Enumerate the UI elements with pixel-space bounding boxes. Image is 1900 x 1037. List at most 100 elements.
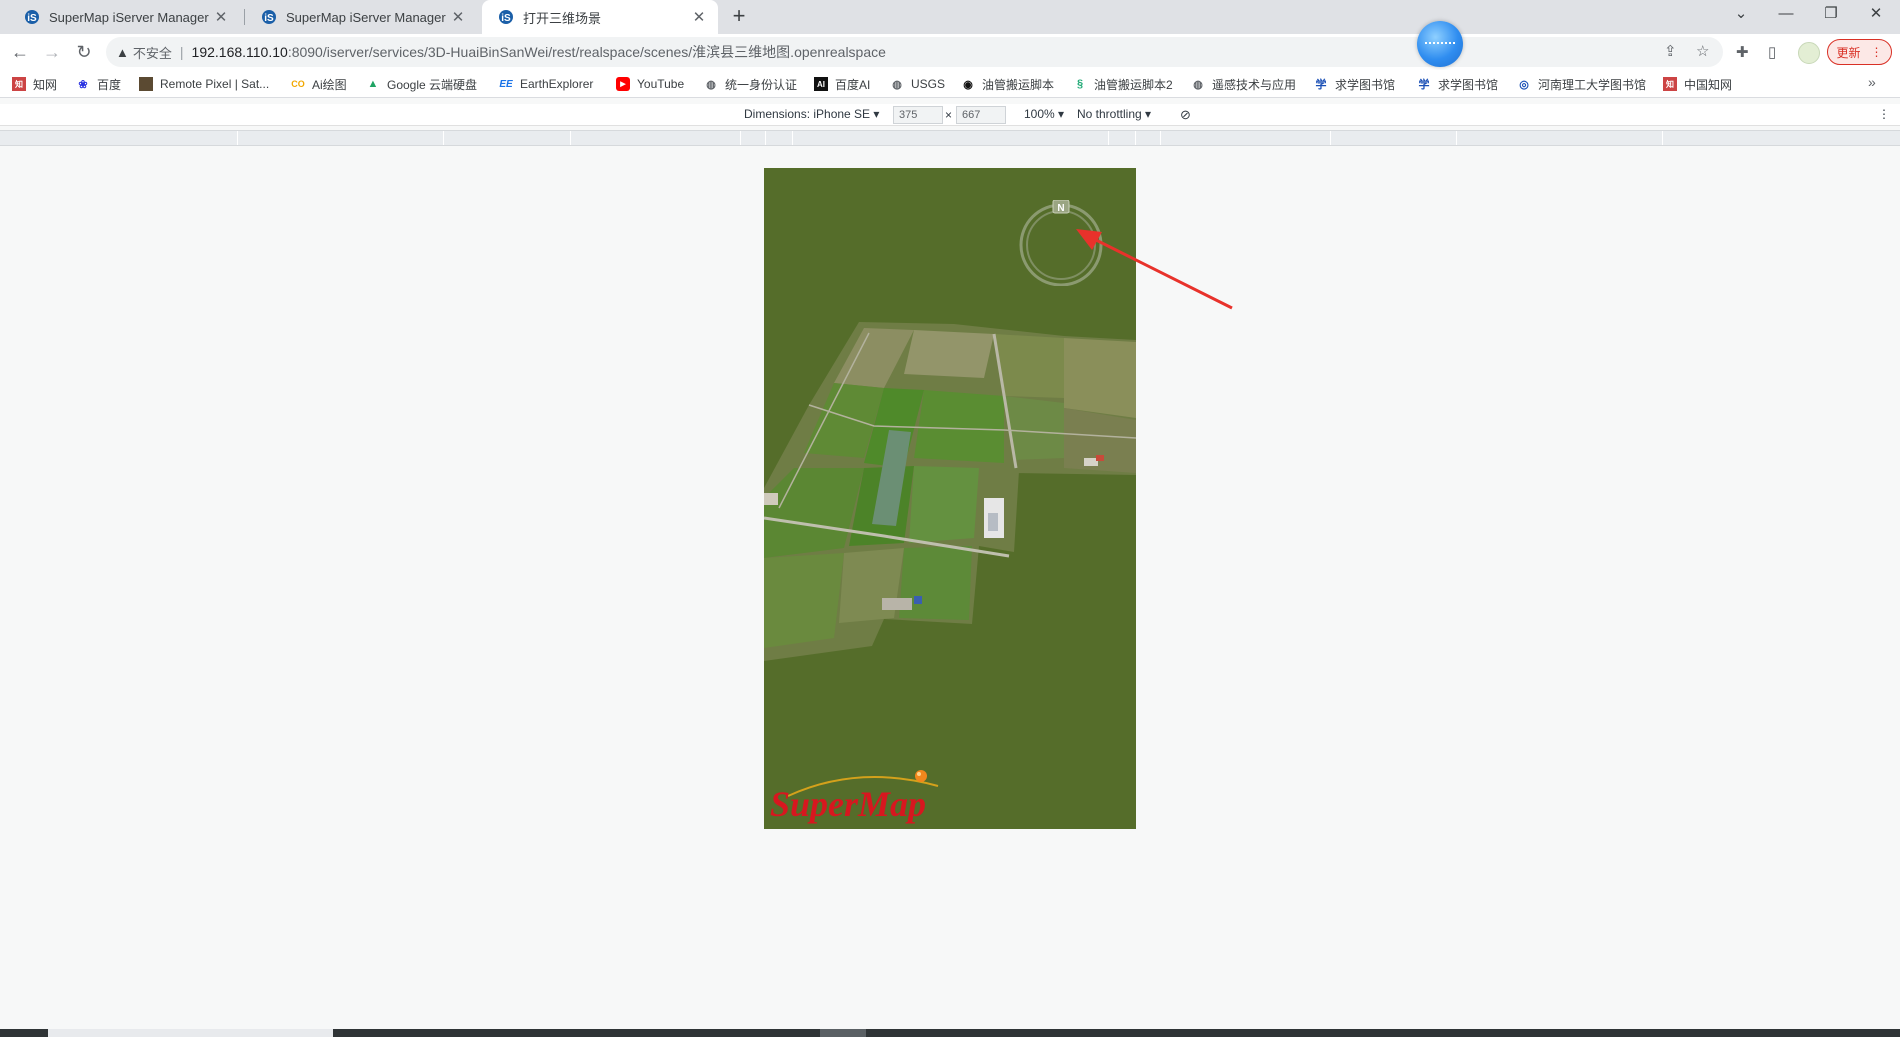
side-panel-icon[interactable]: ▯ <box>1768 43 1776 61</box>
taskbar-item[interactable] <box>820 1029 866 1037</box>
bookmark-item[interactable]: ❀ 百度 <box>76 74 121 94</box>
browser-toolbar: ← → ↻ ▲ 不安全 | 192.168.110.10:8090/iserve… <box>0 34 1900 70</box>
bookmarks-bar: 知知网 ❀ 百度 Remote Pixel | Sat... CO Ai绘图 ▲ Go… <box>0 70 1900 98</box>
taskbar <box>0 1029 1900 1037</box>
xue-icon: 学 <box>1315 79 1327 91</box>
update-button[interactable]: 更新 ⋮ <box>1827 39 1892 65</box>
screen-capture-ball-icon[interactable] <box>1417 21 1463 67</box>
supermap-favicon-icon: iS <box>25 10 39 24</box>
close-icon[interactable]: ✕ <box>449 8 467 26</box>
address-bar[interactable]: ▲ 不安全 | 192.168.110.10:8090/iserver/serv… <box>106 37 1723 67</box>
bookmark-label: 油管搬运脚本2 <box>1094 77 1173 92</box>
bookmark-label: Ai绘图 <box>312 77 347 92</box>
divider: | <box>179 44 184 60</box>
globe-icon: ◍ <box>1193 78 1203 91</box>
warning-icon[interactable]: ▲ <box>116 45 129 60</box>
device-toolbar: Dimensions: iPhone SE ▾ 375 × 667 100% ▾… <box>0 104 1900 126</box>
xue-icon: 学 <box>1418 79 1430 91</box>
bookmark-item[interactable]: 学求学图书馆 <box>1314 74 1396 94</box>
zhiwang-icon: 知 <box>1663 77 1677 91</box>
bookmark-item[interactable]: ◍ 统一身份认证 <box>704 74 797 94</box>
bookmark-item[interactable]: CO Ai绘图 <box>291 74 347 94</box>
avatar[interactable] <box>1798 42 1820 64</box>
bookmark-item[interactable]: ◉ 油管搬运脚本 <box>961 74 1054 94</box>
tab-open-3d-scene[interactable]: iS 打开三维场景 ✕ <box>482 0 718 34</box>
taskbar-item[interactable] <box>48 1029 333 1037</box>
google-drive-icon: ▲ <box>367 78 379 90</box>
width-input[interactable]: 375 <box>893 106 943 124</box>
bookmark-item[interactable]: EE EarthExplorer <box>499 74 593 94</box>
bookmark-item[interactable]: AI 百度AI <box>814 74 870 94</box>
supermap-logo: SuperMap <box>770 770 939 824</box>
bookmark-label: 百度 <box>97 77 122 92</box>
close-window-button[interactable]: ✕ <box>1853 0 1899 28</box>
bookmark-item[interactable]: ◎ 河南理工大学图书馆 <box>1517 74 1646 94</box>
minimize-button[interactable]: — <box>1763 0 1809 28</box>
supermap-favicon-icon: iS <box>499 10 513 24</box>
bookmark-item[interactable]: 知知网 <box>12 74 57 94</box>
rotate-icon[interactable]: ⊘ <box>1180 107 1191 123</box>
tab-search-dropdown-icon[interactable]: ⌄ <box>1718 0 1764 28</box>
tab-supermap-2[interactable]: iS SuperMap iServer Manager ✕ <box>245 0 477 34</box>
close-icon[interactable]: ✕ <box>212 8 230 26</box>
bookmark-item[interactable]: 知中国知网 <box>1663 74 1732 94</box>
reload-button[interactable]: ↻ <box>73 41 95 63</box>
bookmark-label: 知网 <box>33 77 58 92</box>
kebab-menu-icon[interactable]: ⋮ <box>1878 107 1890 121</box>
script-icon: § <box>1076 78 1084 90</box>
height-input[interactable]: 667 <box>956 106 1006 124</box>
dimensions-dropdown[interactable]: Dimensions: iPhone SE ▾ <box>744 107 879 121</box>
logo-text: SuperMap <box>770 784 926 824</box>
compass-north-label: N <box>1057 203 1064 214</box>
tab-supermap-1[interactable]: iS SuperMap iServer Manager ✕ <box>8 0 240 34</box>
zhiwang-icon: 知 <box>12 77 26 91</box>
url-path[interactable]: :8090/iserver/services/3D-HuaiBinSanWei/… <box>288 42 886 62</box>
bookmark-item[interactable]: ▶ YouTube <box>616 74 684 94</box>
throttling-dropdown[interactable]: No throttling ▾ <box>1077 107 1151 121</box>
update-label: 更新 <box>1836 45 1861 60</box>
bookmarks-overflow-icon[interactable]: » <box>1868 74 1876 90</box>
forward-button[interactable]: → <box>41 41 63 63</box>
bookmark-item[interactable]: ◍ 遥感技术与应用 <box>1191 74 1296 94</box>
globe-icon: ◍ <box>706 78 716 91</box>
supermap-favicon-icon: iS <box>262 10 276 24</box>
bookmark-label: USGS <box>911 77 946 91</box>
bookmark-item[interactable]: ◍ USGS <box>890 74 945 94</box>
remote-pixel-icon <box>139 77 153 91</box>
share-icon[interactable]: ⇪ <box>1664 42 1677 60</box>
restore-button[interactable]: ❐ <box>1808 0 1854 28</box>
bookmark-label: 中国知网 <box>1684 77 1733 92</box>
bookmark-label: 河南理工大学图书馆 <box>1538 77 1647 92</box>
tab-strip: iS SuperMap iServer Manager ✕ iS SuperMa… <box>0 0 1900 34</box>
bookmark-item[interactable]: 学求学图书馆 <box>1417 74 1499 94</box>
bookmark-label: 遥感技术与应用 <box>1212 77 1297 92</box>
bookmark-label: 统一身份认证 <box>725 77 798 92</box>
media-query-ruler[interactable] <box>0 130 1900 146</box>
bookmark-label: 油管搬运脚本 <box>982 77 1055 92</box>
back-button[interactable]: ← <box>9 41 31 63</box>
url-host[interactable]: 192.168.110.10 <box>192 44 288 60</box>
new-tab-button[interactable]: + <box>726 5 752 29</box>
tab-title: SuperMap iServer Manager <box>286 9 446 25</box>
zoom-dropdown[interactable]: 100% ▾ <box>1024 107 1064 121</box>
security-label[interactable]: 不安全 <box>133 43 172 62</box>
bookmark-label: 求学图书馆 <box>1335 77 1396 92</box>
globe-icon: ◍ <box>892 78 902 91</box>
bookmark-item[interactable]: § 油管搬运脚本2 <box>1073 74 1173 94</box>
close-icon[interactable]: ✕ <box>690 8 708 26</box>
bookmark-label: 百度AI <box>835 77 871 92</box>
tab-title: SuperMap iServer Manager <box>49 9 209 25</box>
bookmark-star-icon[interactable]: ☆ <box>1696 42 1709 60</box>
bookmark-label: 求学图书馆 <box>1438 77 1499 92</box>
bookmark-label: YouTube <box>637 77 685 91</box>
bookmark-label: Google 云端硬盘 <box>387 77 478 92</box>
extensions-puzzle-icon[interactable]: ✚ <box>1736 43 1749 61</box>
tab-title: 打开三维场景 <box>523 10 602 26</box>
youtube-icon: ▶ <box>616 77 630 91</box>
svg-text:iS: iS <box>264 13 274 24</box>
baidu-paw-icon: ❀ <box>78 78 88 91</box>
bookmark-item[interactable]: Remote Pixel | Sat... <box>139 74 269 94</box>
bookmark-item[interactable]: ▲ Google 云端硬盘 <box>366 74 477 94</box>
bookmark-label: EarthExplorer <box>520 77 594 91</box>
library-icon: ◎ <box>1519 78 1529 91</box>
